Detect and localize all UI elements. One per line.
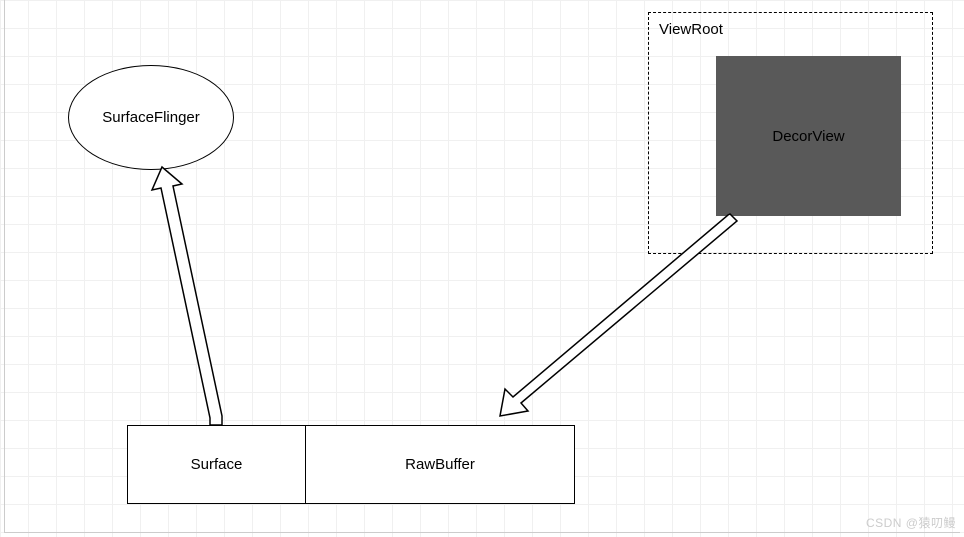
- arrow-surface-to-surfaceflinger: [130, 160, 250, 435]
- decorview-label: DecorView: [772, 128, 844, 145]
- rawbuffer-label: RawBuffer: [405, 456, 475, 473]
- surfaceflinger-label: SurfaceFlinger: [102, 109, 200, 126]
- viewroot-label: ViewRoot: [659, 21, 723, 38]
- arrow-decorview-to-rawbuffer: [480, 208, 750, 438]
- watermark-text: CSDN @猿叨鳗: [866, 514, 956, 531]
- surface-node: Surface: [127, 425, 306, 504]
- decorview-node: DecorView: [716, 56, 901, 216]
- surfaceflinger-node: SurfaceFlinger: [68, 65, 234, 170]
- surface-label: Surface: [191, 456, 243, 473]
